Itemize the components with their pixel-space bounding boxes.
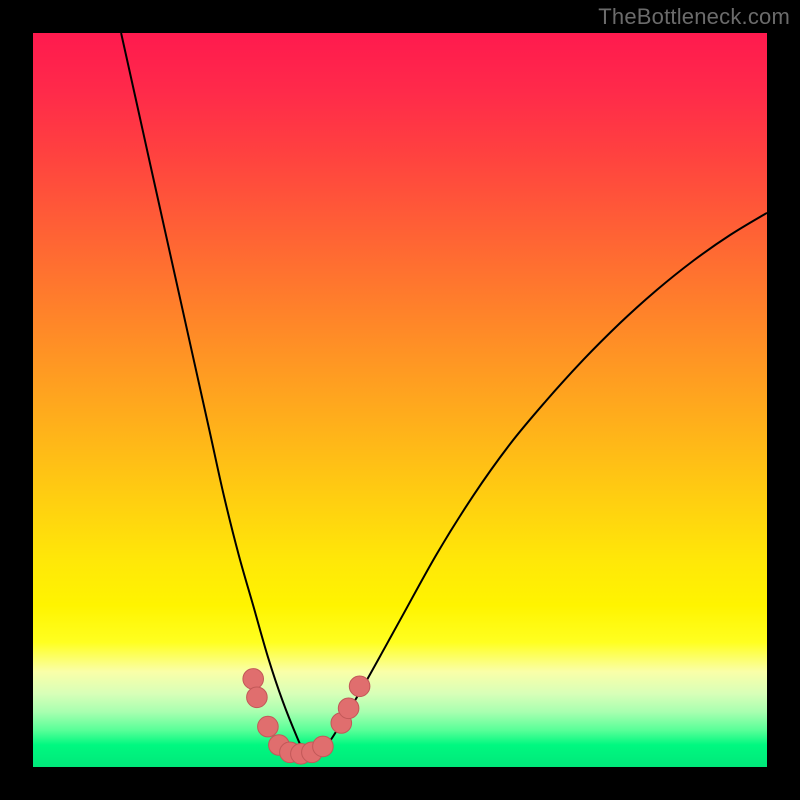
curve-marker [338,698,359,719]
curve-marker [313,736,334,757]
curve-marker [258,716,279,737]
curve-marker [247,687,268,708]
curve-marker [349,676,370,697]
marker-group [243,669,370,764]
watermark-text: TheBottleneck.com [598,4,790,30]
curve-layer [33,33,767,767]
bottleneck-curve [121,33,767,754]
plot-area [33,33,767,767]
curve-marker [243,669,264,690]
chart-frame: TheBottleneck.com [0,0,800,800]
